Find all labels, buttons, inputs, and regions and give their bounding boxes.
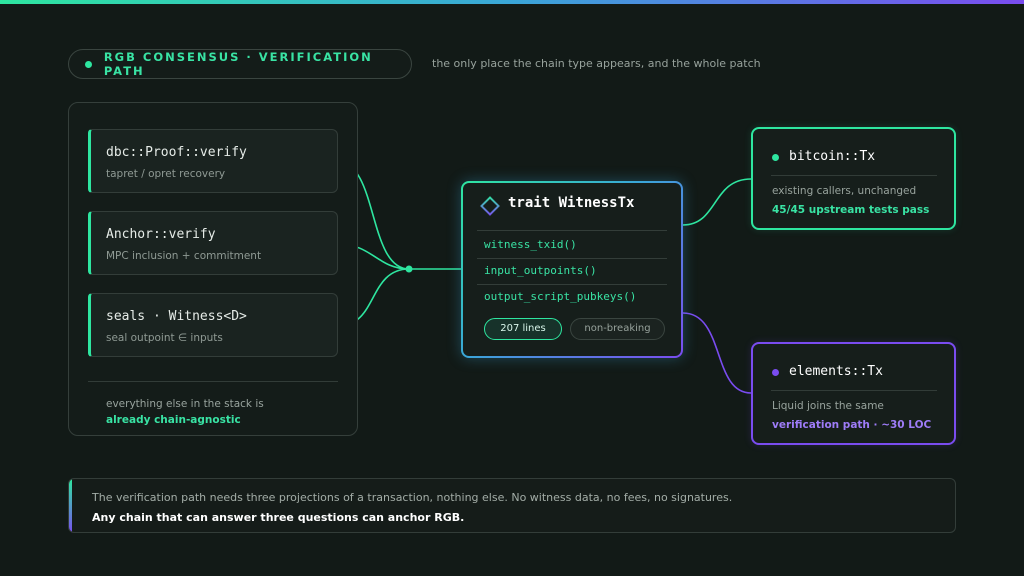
section-header-pill: RGB CONSENSUS · VERIFICATION PATH: [68, 49, 412, 79]
elements-note: Liquid joins the same: [772, 400, 884, 412]
trait-title: trait WitnessTx: [508, 195, 635, 211]
summary-text: The verification path needs three projec…: [92, 491, 733, 504]
elements-loc-status: verification path · ~30 LOC: [772, 419, 932, 431]
non-breaking-badge: non-breaking: [570, 318, 665, 340]
bitcoin-divider: [771, 175, 937, 176]
bitcoin-dot: [772, 154, 779, 161]
bitcoin-tx-title: bitcoin::Tx: [789, 149, 876, 164]
elements-tx-title: elements::Tx: [789, 364, 883, 379]
source-subtitle: MPC inclusion + commitment: [106, 250, 262, 262]
connector-bitcoin: [682, 178, 752, 226]
source-box-dbc-proof: dbc::Proof::verify tapret / opret recove…: [88, 129, 338, 193]
trait-divider: [477, 230, 667, 231]
summary-callout: The verification path needs three projec…: [68, 478, 956, 533]
callout-accent-bar: [69, 479, 72, 532]
source-box-seals: seals · Witness<D> seal outpoint ∈ input…: [88, 293, 338, 357]
section-header-label: RGB CONSENSUS · VERIFICATION PATH: [103, 50, 373, 78]
diamond-icon: [480, 196, 500, 216]
trait-method-witness-txid: witness_txid(): [484, 238, 577, 251]
source-title: seals · Witness<D>: [106, 309, 247, 324]
trait-divider: [477, 258, 667, 259]
source-title: dbc::Proof::verify: [106, 145, 247, 160]
elements-divider: [771, 390, 937, 391]
panel-note: everything else in the stack is: [106, 398, 264, 410]
source-box-anchor: Anchor::verify MPC inclusion + commitmen…: [88, 211, 338, 275]
panel-divider: [88, 381, 338, 382]
trait-method-output-script-pubkeys: output_script_pubkeys(): [484, 290, 637, 303]
panel-note-highlight: already chain-agnostic: [106, 414, 241, 426]
bitcoin-tests-status: 45/45 upstream tests pass: [772, 204, 930, 216]
trait-divider: [477, 284, 667, 285]
elements-tx-box: elements::Tx Liquid joins the same verif…: [751, 342, 956, 445]
source-subtitle: tapret / opret recovery: [106, 168, 226, 180]
bitcoin-note: existing callers, unchanged: [772, 185, 917, 197]
trait-method-input-outpoints: input_outpoints(): [484, 264, 597, 277]
header-note: the only place the chain type appears, a…: [432, 57, 761, 70]
lines-badge: 207 lines: [484, 318, 562, 340]
source-title: Anchor::verify: [106, 227, 216, 242]
trait-witnesstx-box: trait WitnessTx witness_txid() input_out…: [461, 181, 683, 358]
header-dot: [85, 60, 92, 68]
source-subtitle: seal outpoint ∈ inputs: [106, 332, 223, 344]
connector-elements: [682, 312, 752, 394]
bitcoin-tx-box: bitcoin::Tx existing callers, unchanged …: [751, 127, 956, 230]
elements-dot: [772, 369, 779, 376]
junction-dot: [405, 265, 413, 273]
summary-conclusion: Any chain that can answer three question…: [92, 511, 465, 524]
